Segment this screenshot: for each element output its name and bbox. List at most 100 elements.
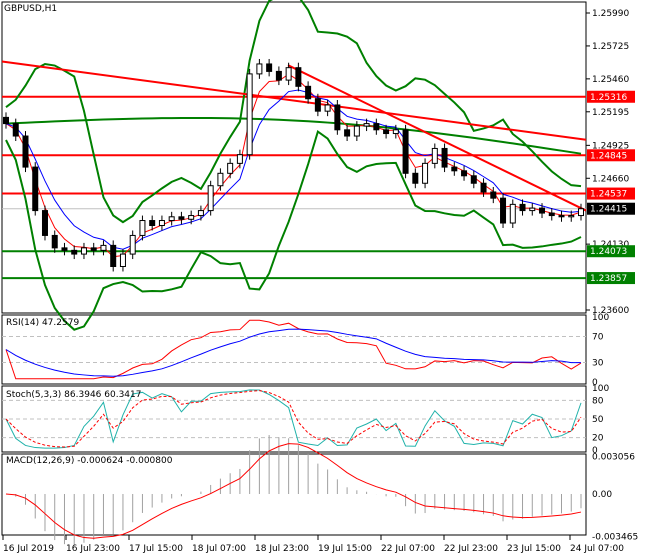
candle-body: [519, 203, 526, 212]
candle-body: [451, 166, 458, 172]
macd-title: MACD(12,26,9) -0.000624 -0.000800: [6, 456, 173, 466]
candle-body: [90, 247, 97, 251]
time-tick-label: 22 Jul 23:00: [444, 544, 498, 554]
macd-pane: [1, 453, 587, 536]
candle-body: [32, 166, 39, 212]
rsi-axis-label: 70: [592, 333, 604, 343]
candle-body: [207, 185, 214, 212]
candle-body: [217, 172, 224, 187]
candle-body: [422, 162, 429, 184]
candle-body: [119, 253, 126, 268]
candle-body: [470, 175, 477, 184]
candle-body: [266, 63, 273, 72]
candle-body: [110, 244, 117, 268]
candle-body: [178, 216, 185, 220]
rsi-axis-label: 100: [592, 313, 609, 323]
stoch-axis-label: 50: [592, 415, 604, 425]
candle-body: [236, 154, 243, 164]
candle-body: [305, 85, 312, 100]
candle-body: [3, 116, 9, 125]
level-price-label: 1.23857: [590, 274, 627, 284]
rsi-title: RSI(14) 47.2579: [6, 318, 80, 328]
time-tick-label: 18 Jul 23:00: [255, 544, 309, 554]
candle-body: [314, 98, 321, 112]
candle-body: [509, 203, 516, 224]
bollinger-upper: [5, 0, 582, 224]
candle-body: [149, 220, 156, 226]
candle-body: [129, 234, 136, 255]
macd-axis-label: 0.003056: [592, 452, 635, 462]
trading-chart-window: 1.25990 1.25725 1.25460 1.25195 1.24925 1.246…: [0, 0, 660, 560]
price-tick-label: 1.25195: [592, 108, 629, 118]
candle-body: [363, 123, 370, 127]
candle-body: [246, 73, 253, 156]
price-tick-label: 1.25460: [592, 75, 629, 85]
candle-body: [529, 207, 536, 212]
level-price-label: 1.24537: [590, 190, 627, 200]
main-pane: [1, 1, 587, 314]
macd-axis-label: 0.00: [592, 490, 612, 500]
price-tick-label: 1.25990: [592, 9, 629, 19]
candle-body: [480, 182, 487, 193]
candle-body: [461, 170, 468, 177]
moving-average-long: [1, 60, 587, 141]
chart-canvas[interactable]: 1.259901.257251.254601.251951.249251.246…: [0, 0, 660, 560]
candle-body: [227, 162, 234, 174]
candle-body: [344, 129, 351, 137]
time-tick-label: 17 Jul 15:00: [129, 544, 183, 554]
candle-body: [578, 208, 584, 217]
current-price-label: 1.24415: [590, 205, 627, 215]
candle-body: [61, 247, 68, 251]
time-tick-label: 22 Jul 07:00: [381, 544, 435, 554]
stoch-axis-label: 80: [592, 396, 604, 406]
candle-body: [197, 210, 204, 217]
bollinger-lower: [5, 129, 582, 331]
stoch-title: Stoch(5,3,3) 86.3946 60.3417: [6, 390, 142, 400]
candle-body: [441, 147, 448, 168]
candle-body: [295, 67, 302, 87]
candle-body: [353, 125, 360, 137]
time-tick-label: 19 Jul 15:00: [318, 544, 372, 554]
candle-body: [12, 123, 19, 137]
candle-body: [558, 215, 565, 218]
level-price-label: 1.24845: [590, 151, 627, 161]
rsi-axis-label: 30: [592, 359, 604, 369]
candle-body: [383, 129, 390, 135]
price-tick-label: 1.24660: [592, 174, 629, 184]
candle-body: [500, 197, 507, 224]
candle-body: [285, 67, 292, 81]
time-tick-label: 16 Jul 2019: [3, 544, 54, 554]
candle-body: [402, 129, 409, 174]
candle-body: [392, 129, 399, 135]
candle-body: [324, 104, 331, 112]
candle-body: [80, 247, 87, 255]
candle-body: [548, 212, 555, 217]
stoch-axis-label: 100: [592, 384, 609, 394]
candle-body: [431, 147, 438, 164]
stoch-axis-label: 20: [592, 434, 604, 444]
candle-body: [256, 63, 263, 75]
candle-body: [275, 70, 282, 81]
time-tick-label: 18 Jul 07:00: [192, 544, 246, 554]
level-price-label: 1.25316: [590, 93, 627, 103]
candle-body: [168, 216, 175, 222]
macd-axis-label: -0.003465: [592, 533, 638, 543]
candle-body: [568, 215, 575, 218]
symbol-title: GBPUSD,H1: [4, 4, 58, 14]
candle-body: [373, 123, 380, 131]
candle-body: [412, 172, 419, 184]
candle-body: [158, 220, 165, 226]
rsi-pane: [1, 314, 587, 385]
candle-body: [100, 244, 107, 251]
candle-body: [71, 249, 78, 255]
price-tick-label: 1.25725: [592, 42, 629, 52]
candle-body: [41, 210, 48, 236]
candle-body: [334, 104, 341, 131]
candle-body: [22, 135, 29, 168]
time-tick-label: 23 Jul 15:00: [507, 544, 561, 554]
candle-body: [51, 234, 58, 249]
candle-body: [188, 215, 195, 220]
time-tick-label: 24 Jul 07:00: [570, 544, 624, 554]
time-tick-label: 16 Jul 23:00: [66, 544, 120, 554]
candle-body: [539, 207, 546, 214]
